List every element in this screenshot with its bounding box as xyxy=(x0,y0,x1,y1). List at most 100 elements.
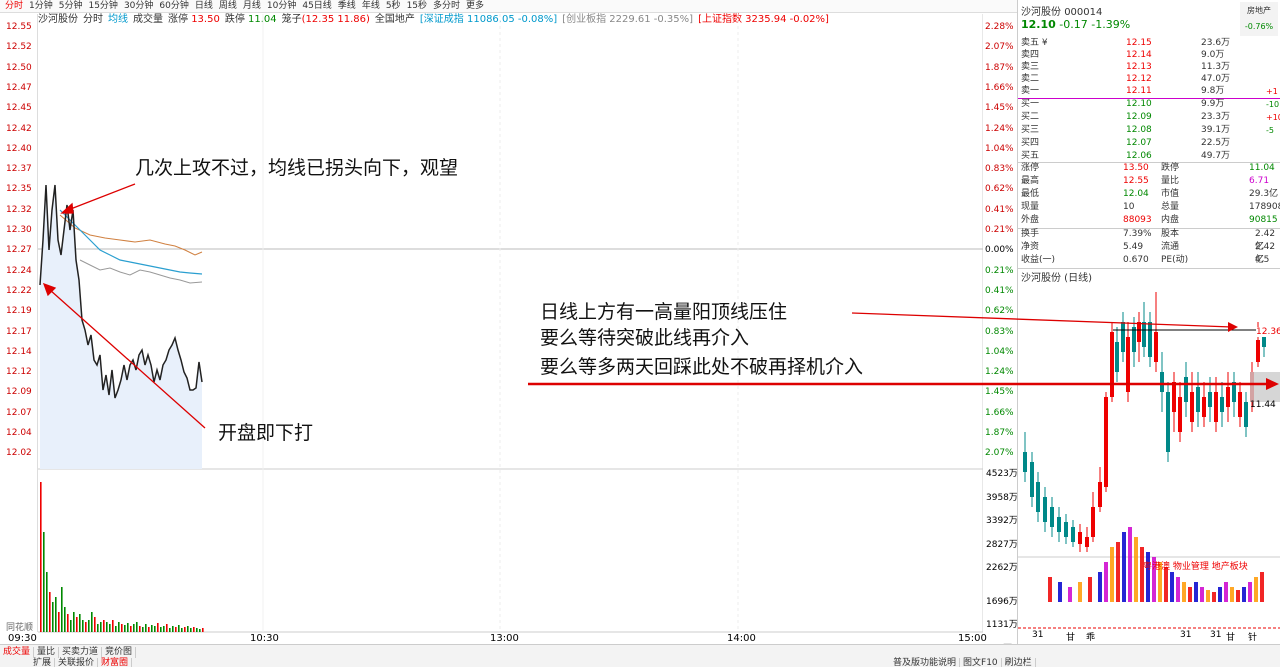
volume-bar xyxy=(178,625,180,632)
volume-bar xyxy=(175,627,177,632)
bottom-tab[interactable]: 财富圈 xyxy=(98,658,133,667)
stat-value: 13.50 xyxy=(1123,163,1149,173)
bottom-link[interactable]: 普及版功能说明 xyxy=(890,658,961,667)
bottom-tab[interactable]: 扩展 xyxy=(30,658,56,667)
quote-row: 涨停 13.50 跌停 11.04 xyxy=(1021,162,1279,175)
candle-body xyxy=(1166,392,1170,452)
volume-bar xyxy=(199,629,201,632)
macd-label: 甘 xyxy=(1066,633,1076,643)
volume-bar xyxy=(40,482,42,632)
quote-change: -0.17 xyxy=(1059,18,1088,31)
volume-bar xyxy=(55,597,57,632)
candle-body xyxy=(1098,482,1102,507)
volume-bar xyxy=(133,624,135,632)
macd-label: 乖 xyxy=(1086,633,1096,643)
volume-bar xyxy=(94,617,96,632)
macd-bar xyxy=(1048,577,1052,602)
bottom-link[interactable]: 刷边栏 xyxy=(1002,658,1036,667)
stat-value: 178908 xyxy=(1249,202,1280,212)
macd-bar xyxy=(1122,532,1126,602)
macd-bar xyxy=(1206,590,1210,602)
candle-body xyxy=(1078,532,1082,544)
quote-row: 买三 12.08 39.1万 -5 xyxy=(1021,124,1279,137)
candle-body xyxy=(1030,462,1034,497)
quote-row: 现量 10 总量 178908 xyxy=(1021,201,1280,214)
volume-bar xyxy=(112,620,114,632)
volume-bar xyxy=(73,612,75,632)
macd-bar xyxy=(1170,572,1174,602)
stat-value: 0.670 xyxy=(1123,255,1149,265)
bottom-tab[interactable]: 成交量 xyxy=(0,647,35,658)
macd-bar xyxy=(1110,547,1114,602)
macd-bar xyxy=(1068,587,1072,602)
candle-body xyxy=(1220,397,1224,412)
intraday-chart[interactable] xyxy=(0,0,1017,644)
candle-body xyxy=(1057,517,1061,532)
volume-bar xyxy=(169,628,171,632)
candle-body xyxy=(1137,322,1141,342)
candle-body xyxy=(1121,322,1125,352)
quote-row: 卖一 12.11 9.8万 +1 xyxy=(1021,85,1279,98)
bid-level: 买四 xyxy=(1021,138,1040,148)
bid-volume: 9.9万 xyxy=(1201,99,1225,109)
volume-bar xyxy=(97,624,99,632)
volume-bar xyxy=(82,620,84,632)
bid-volume: 23.3万 xyxy=(1201,112,1231,122)
stat-label: 跌停 xyxy=(1161,163,1180,173)
annotation-text-5: 要么等多两天回踩此处不破再择机介入 xyxy=(540,356,864,378)
macd-label: 31 xyxy=(1032,630,1044,640)
macd-label: 31 xyxy=(1210,630,1222,640)
ask-level: 卖一 xyxy=(1021,86,1040,96)
bottom-tab[interactable]: 关联报价 xyxy=(55,658,99,667)
concept-tags[interactable]: 粤港澳 物业管理 地产板块 xyxy=(1143,559,1248,572)
volume-bar xyxy=(109,624,111,632)
macd-bar xyxy=(1242,587,1246,602)
quote-row: 最低 12.04 市值 29.3亿 xyxy=(1021,188,1279,201)
quote-price-row: 12.10 -0.17 -1.39% xyxy=(1021,18,1130,31)
sector-box[interactable]: 房地产 -0.76% xyxy=(1240,2,1278,36)
daily-low-tag: 11.44 xyxy=(1250,400,1276,410)
macd-bar xyxy=(1230,587,1234,602)
volume-bar xyxy=(124,625,126,632)
volume-bar xyxy=(46,572,48,632)
bid-price: 12.10 xyxy=(1126,99,1152,109)
stat-label: 市值 xyxy=(1161,189,1180,199)
volume-bar xyxy=(166,624,168,632)
candle-body xyxy=(1110,332,1114,397)
macd-bar xyxy=(1218,587,1222,602)
stat-label: PE(动) xyxy=(1161,255,1189,265)
volume-bar xyxy=(160,627,162,632)
bid-delta: -10 xyxy=(1266,100,1280,109)
volume-bar xyxy=(130,626,132,632)
stat-label: 量比 xyxy=(1161,176,1180,186)
bid-delta: +10 xyxy=(1266,113,1280,122)
volume-bar xyxy=(67,614,69,632)
volume-bar xyxy=(148,627,150,632)
daily-kline-chart[interactable] xyxy=(1018,282,1280,642)
quote-title: 沙河股份 000014 xyxy=(1021,3,1102,18)
stat-label: 收益(一) xyxy=(1021,255,1056,265)
stat-value: 90815 xyxy=(1249,215,1278,225)
volume-bar xyxy=(190,628,192,632)
candle-body xyxy=(1104,397,1108,487)
volume-bar xyxy=(70,620,72,632)
quote-row: 外盘 88093 内盘 90815 xyxy=(1021,214,1279,227)
volume-bar xyxy=(139,626,141,632)
quote-panel: 沙河股份 000014 12.10 -0.17 -1.39% 房地产 -0.76%… xyxy=(1017,0,1280,667)
bid-price: 12.07 xyxy=(1126,138,1152,148)
volume-bar xyxy=(79,614,81,632)
stat-value: 5.49 xyxy=(1123,242,1144,252)
candle-body xyxy=(1132,327,1136,352)
volume-bar xyxy=(145,624,147,632)
macd-label: 甘 xyxy=(1226,633,1236,643)
volume-bar xyxy=(142,627,144,632)
macd-bar xyxy=(1212,592,1216,602)
stat-value: 7.39% xyxy=(1123,229,1152,239)
bid-volume: 22.5万 xyxy=(1201,138,1231,148)
bottom-link[interactable]: 图文F10 xyxy=(960,658,1002,667)
bid-level: 买二 xyxy=(1021,112,1040,122)
candle-body xyxy=(1071,527,1075,542)
candle-body xyxy=(1256,340,1260,362)
candle-body xyxy=(1142,322,1146,347)
volume-bar xyxy=(100,622,102,632)
